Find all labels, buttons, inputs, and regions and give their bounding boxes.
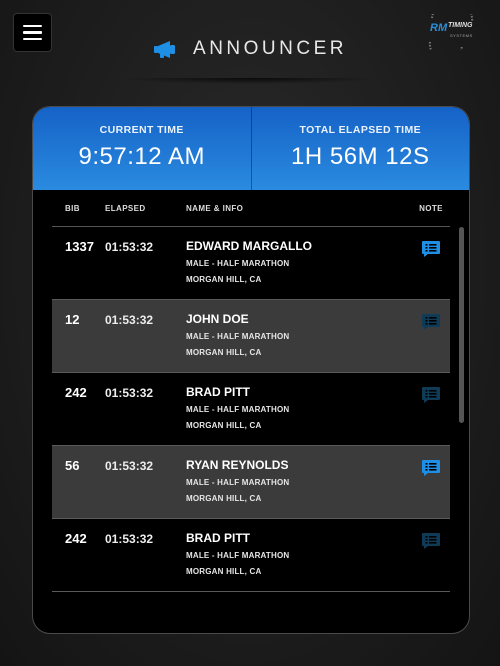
table-scrollbar[interactable]: [459, 227, 464, 423]
chat-note-icon[interactable]: [421, 386, 441, 404]
elapsed-time: 01:53:32: [105, 532, 154, 546]
bib-number: 1337: [65, 239, 94, 254]
bib-number: 56: [65, 458, 80, 473]
table-row[interactable]: 12 01:53:32 JOHN DOE MALE - HALF MARATHO…: [52, 300, 450, 373]
runner-category: MALE - HALF MARATHON: [186, 405, 290, 414]
runner-location: MORGAN HILL, CA: [186, 348, 262, 357]
elapsed-time: 01:53:32: [105, 313, 154, 327]
chat-note-icon[interactable]: [421, 313, 441, 331]
chat-note-icon[interactable]: [421, 459, 441, 477]
runner-category: MALE - HALF MARATHON: [186, 259, 290, 268]
hamburger-icon: [23, 24, 42, 28]
elapsed-time: 01:53:32: [105, 459, 154, 473]
elapsed-time: 01:53:32: [105, 240, 154, 254]
bib-number: 12: [65, 312, 80, 327]
elapsed-time: 01:53:32: [105, 386, 154, 400]
page-title: ANNOUNCER: [193, 38, 347, 59]
megaphone-icon: [154, 41, 176, 58]
runner-name: JOHN DOE: [186, 312, 249, 326]
runner-location: MORGAN HILL, CA: [186, 494, 262, 503]
runner-name: BRAD PITT: [186, 385, 250, 399]
page-title-bar: ANNOUNCER: [0, 34, 500, 64]
announcer-panel: CURRENT TIME 9:57:12 AM TOTAL ELAPSED TI…: [32, 106, 470, 634]
table-row[interactable]: 242 01:53:32 BRAD PITT MALE - HALF MARAT…: [52, 373, 450, 446]
table-row[interactable]: 1337 01:53:32 EDWARD MARGALLO MALE - HAL…: [52, 227, 450, 300]
chat-note-icon[interactable]: [421, 240, 441, 258]
runner-location: MORGAN HILL, CA: [186, 421, 262, 430]
table-row[interactable]: 56 01:53:32 RYAN REYNOLDS MALE - HALF MA…: [52, 446, 450, 519]
time-bar: CURRENT TIME 9:57:12 AM TOTAL ELAPSED TI…: [33, 107, 469, 190]
runner-location: MORGAN HILL, CA: [186, 567, 262, 576]
bib-number: 242: [65, 531, 87, 546]
results-table: BIB ELAPSED NAME & INFO NOTE 1337 01:53:…: [33, 190, 469, 592]
current-time-value: 9:57:12 AM: [78, 143, 205, 170]
runner-name: BRAD PITT: [186, 531, 250, 545]
current-time-box: CURRENT TIME 9:57:12 AM: [78, 124, 205, 170]
table-header: BIB ELAPSED NAME & INFO NOTE: [52, 190, 450, 227]
chat-note-icon[interactable]: [421, 532, 441, 550]
runner-category: MALE - HALF MARATHON: [186, 551, 290, 560]
table-row[interactable]: 242 01:53:32 BRAD PITT MALE - HALF MARAT…: [52, 519, 450, 592]
runner-category: MALE - HALF MARATHON: [186, 332, 290, 341]
runner-location: MORGAN HILL, CA: [186, 275, 262, 284]
elapsed-time-value: 1H 56M 12S: [291, 143, 430, 170]
runner-category: MALE - HALF MARATHON: [186, 478, 290, 487]
runner-name: EDWARD MARGALLO: [186, 239, 312, 253]
bib-number: 242: [65, 385, 87, 400]
elapsed-time-box: TOTAL ELAPSED TIME 1H 56M 12S: [250, 107, 470, 190]
runner-name: RYAN REYNOLDS: [186, 458, 289, 472]
header-divider: [120, 78, 380, 84]
